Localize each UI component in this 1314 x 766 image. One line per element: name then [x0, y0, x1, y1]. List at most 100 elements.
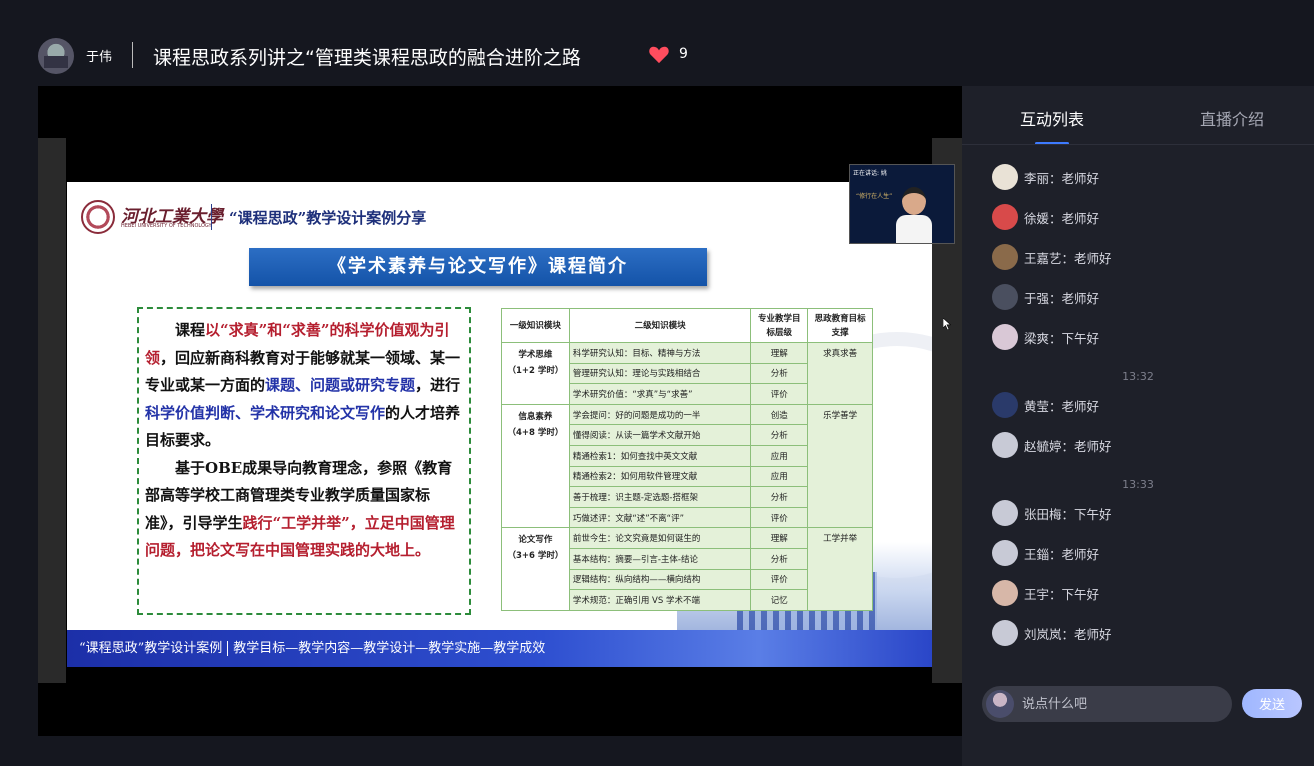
module-level-cell: 评价 [750, 383, 809, 405]
speaker-body [896, 215, 932, 243]
chat-message-text: 梁爽：下午好 [1024, 330, 1100, 346]
module-level-cell: 分析 [750, 547, 809, 570]
chat-avatar[interactable] [992, 164, 1018, 190]
intro-paragraph-1: 课程以“求真”和“求善”的科学价值观为引领，回应新商科教育对于能够就某一领域、某… [145, 317, 463, 455]
chat-message: 刘岚岚：老师好 [992, 620, 1112, 646]
chat-message-text: 王嘉艺：老师好 [1024, 250, 1112, 266]
top-bar: 于伟 课程思政系列讲之“管理类课程思政的融合进阶之路 9 [0, 0, 1314, 86]
module-topic-cell: 学会提问：好的问题是成功的一半 [568, 403, 752, 426]
chat-avatar[interactable] [992, 204, 1018, 230]
module-level-cell: 分析 [750, 362, 809, 385]
module-level-cell: 评价 [750, 506, 809, 529]
module-level-cell: 评价 [750, 568, 809, 591]
chat-message-text: 黄莹：老师好 [1024, 398, 1100, 414]
module-level-cell: 理解 [750, 342, 809, 364]
speaker-label: 正在讲话: 姚 [853, 170, 887, 177]
video-letterbox-left [38, 138, 66, 683]
module-support-cell: 求真求善 [807, 342, 873, 405]
chat-avatar[interactable] [992, 284, 1018, 310]
module-category-cell: 学术思维 （1+2 学时） [501, 342, 570, 405]
live-title: 课程思政系列讲之“管理类课程思政的融合进阶之路 [153, 47, 581, 69]
chat-avatar[interactable] [992, 324, 1018, 350]
module-topic-cell: 懂得阅读：从读一篇学术文献开始 [568, 424, 752, 446]
chat-avatar[interactable] [992, 432, 1018, 458]
interaction-panel: 互动列表 直播介绍 李丽：老师好 徐媛：老师好 王嘉艺：老师好 于强：老师好 梁爽：下午… [962, 86, 1314, 766]
table-header: 专业教学目标层级 [750, 308, 809, 343]
module-topic-cell: 学术研究价值：“求真”与“求善” [568, 383, 752, 405]
chat-input[interactable] [1022, 686, 1222, 722]
table-row: 论文写作 （3+6 学时） 前世今生：论文究竟是如何诞生的 理解 工学并举 [501, 527, 873, 611]
speaker-head [902, 187, 926, 215]
tab-live-intro[interactable]: 直播介绍 [1200, 106, 1264, 130]
tab-interaction-list[interactable]: 互动列表 [1020, 106, 1084, 130]
footer-right-text: 教学目标—教学内容—教学设计—教学实施—教学成效 [233, 641, 546, 656]
module-topic-cell: 善于梳理：识主题-定选题-搭框架 [568, 486, 752, 508]
module-level-cell: 应用 [750, 444, 809, 467]
module-level-cell: 创造 [750, 403, 809, 426]
chat-avatar[interactable] [992, 392, 1018, 418]
speaker-camera-pip[interactable]: 正在讲话: 姚 “修行在人生” [849, 164, 955, 244]
module-support-cell: 工学并举 [807, 527, 873, 611]
chat-message: 黄莹：老师好 [992, 392, 1099, 418]
pip-caption: “修行在人生” [856, 193, 893, 200]
course-intro-box: 课程以“求真”和“求善”的科学价值观为引领，回应新商科教育对于能够就某一领域、某… [137, 307, 471, 615]
chat-message: 王嘉艺：老师好 [992, 244, 1112, 270]
footer-left-text: “课程思政”教学设计案例 [79, 641, 223, 656]
module-level-cell: 分析 [750, 424, 809, 446]
tab-divider [962, 144, 1314, 145]
chat-message-text: 王錙：老师好 [1024, 546, 1100, 562]
footer-divider [227, 641, 229, 656]
module-level-cell: 应用 [750, 465, 809, 488]
chat-avatar[interactable] [992, 580, 1018, 606]
module-category-cell: 论文写作 （3+6 学时） [501, 527, 570, 611]
speaker-video [894, 185, 932, 243]
chat-message: 梁爽：下午好 [992, 324, 1099, 350]
chat-message-text: 于强：老师好 [1024, 290, 1100, 306]
chat-message-text: 张田梅：下午好 [1024, 506, 1112, 522]
chat-message-text: 刘岚岚：老师好 [1024, 626, 1112, 642]
module-topic-cell: 精通检索2：如何用软件管理文献 [568, 465, 752, 488]
intro-text-segment: 课题、问题或研究专题 [265, 376, 416, 394]
chat-avatar[interactable] [992, 244, 1018, 270]
video-player[interactable]: 河北工業大學 HEBEI UNIVERSITY OF TECHNOLOGY “课… [38, 86, 962, 736]
module-topic-cell: 前世今生：论文究竟是如何诞生的 [568, 527, 752, 549]
chat-message-text: 李丽：老师好 [1024, 170, 1100, 186]
chat-message: 李丽：老师好 [992, 164, 1099, 190]
like-count: 9 [679, 46, 688, 62]
course-banner: 《学术素养与论文写作》课程简介 [249, 248, 707, 286]
chat-message-text: 赵毓婷：老师好 [1024, 438, 1112, 454]
chat-timestamp: 13:32 [1122, 370, 1154, 383]
chat-message: 于强：老师好 [992, 284, 1099, 310]
slide-subtitle: “课程思政”教学设计案例分享 [229, 209, 427, 227]
header-divider [211, 204, 212, 230]
host-avatar[interactable] [38, 38, 74, 74]
school-english-name: HEBEI UNIVERSITY OF TECHNOLOGY [121, 223, 212, 229]
chat-message: 王錙：老师好 [992, 540, 1099, 566]
heart-icon[interactable] [648, 44, 670, 64]
mouse-cursor-icon [943, 318, 951, 330]
user-avatar [986, 690, 1014, 718]
module-topic-cell: 逻辑结构：纵向结构——横向结构 [568, 568, 752, 591]
send-button[interactable]: 发送 [1242, 689, 1302, 718]
chat-input-area [982, 686, 1232, 722]
presentation-slide: 河北工業大學 HEBEI UNIVERSITY OF TECHNOLOGY “课… [67, 182, 932, 667]
chat-avatar[interactable] [992, 540, 1018, 566]
module-support-cell: 乐学善学 [807, 403, 873, 529]
intro-text-segment: ，进行 [415, 376, 461, 394]
chat-avatar[interactable] [992, 620, 1018, 646]
intro-text-segment: 科学价值判断、学术研究和论文写作 [145, 403, 386, 422]
module-topic-cell: 科学研究认知：目标、精神与方法 [568, 342, 752, 364]
intro-text-segment: 课程 [175, 321, 206, 339]
module-topic-cell: 基本结构：摘要—引言-主体-结论 [568, 547, 752, 570]
chat-message: 徐媛：老师好 [992, 204, 1099, 230]
chat-message: 张田梅：下午好 [992, 500, 1112, 526]
title-divider [132, 42, 133, 68]
chat-avatar[interactable] [992, 500, 1018, 526]
intro-paragraph-2: 基于OBE成果导向教育理念，参照《教育部高等学校工商管理类专业教学质量国家标准》… [145, 455, 463, 565]
module-topic-cell: 巧做述评：文献“述”不离“评” [568, 506, 752, 529]
chat-message-text: 徐媛：老师好 [1024, 210, 1100, 226]
module-topic-cell: 精通检索1：如何查找中英文文献 [568, 444, 752, 467]
host-name: 于伟 [86, 50, 113, 65]
knowledge-module-table: 一级知识模块 二级知识模块 专业教学目标层级 思政教育目标支撑 学术思维 （1+… [501, 308, 873, 611]
module-category-cell: 信息素养 （4+8 学时） [501, 403, 570, 529]
